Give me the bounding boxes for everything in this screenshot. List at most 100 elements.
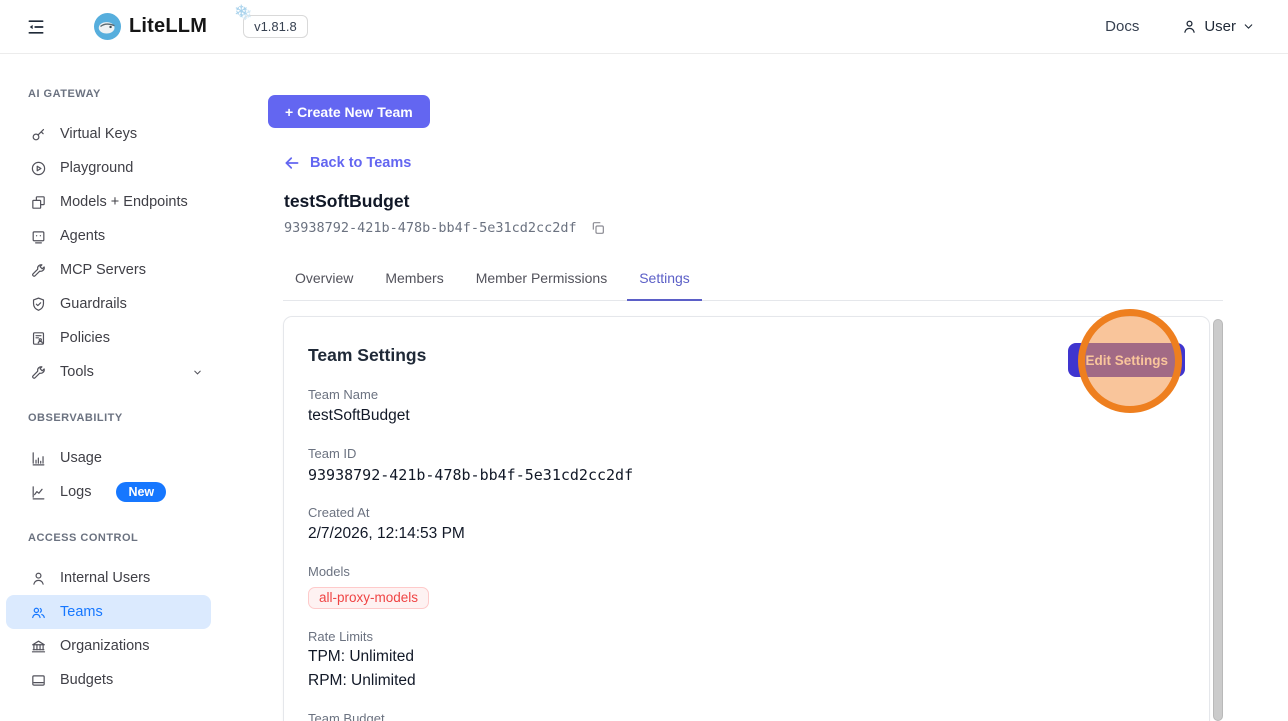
field-team-id: Team ID 93938792-421b-478b-bb4f-5e31cd2c… [308,446,1185,485]
field-created-at: Created At 2/7/2026, 12:14:53 PM [308,505,1185,544]
page-title: testSoftBudget [284,191,410,211]
sidebar: AI GATEWAY Virtual Keys Playground Model… [0,54,217,721]
field-label: Team Name [308,387,379,402]
field-models: Models all-proxy-models [308,564,1185,609]
bar-chart-icon [30,450,47,467]
litellm-logo[interactable]: LiteLLM [94,13,207,40]
create-new-team-button[interactable]: + Create New Team [268,95,430,128]
user-menu[interactable]: User [1181,18,1255,35]
sidebar-item-label: Logs [60,484,92,500]
team-name-value: testSoftBudget [308,407,410,424]
sidebar-item-label: Teams [60,604,103,620]
field-label: Team ID [308,446,357,461]
policy-file-icon [30,330,47,347]
wrench-icon [30,364,47,381]
docs-link[interactable]: Docs [1105,18,1139,35]
section-title: OBSERVABILITY [28,412,123,424]
sidebar-item-organizations[interactable]: Organizations [0,629,217,663]
chevron-down-icon [1242,20,1255,33]
arrow-left-icon [283,154,301,172]
robot-icon [30,228,47,245]
menu-fold-icon[interactable] [26,17,46,37]
sidebar-item-tools[interactable]: Tools [0,355,217,389]
field-label: Team Budget [308,711,385,721]
field-team-name: Team Name testSoftBudget [308,387,1185,426]
team-id-row: 93938792-421b-478b-bb4f-5e31cd2cc2df [284,220,606,236]
sidebar-item-policies[interactable]: Policies [0,321,217,355]
section-title: AI GATEWAY [28,88,101,100]
sidebar-section-access-control: ACCESS CONTROL Internal Users Teams Orga… [0,532,217,697]
tab-member-permissions[interactable]: Member Permissions [464,268,619,301]
team-id-value: 93938792-421b-478b-bb4f-5e31cd2cc2df [308,466,634,484]
user-icon [30,570,47,587]
user-label: User [1204,18,1236,35]
play-circle-icon [30,160,47,177]
user-icon [1181,18,1198,35]
blocks-icon [30,194,47,211]
key-icon [30,126,47,143]
litellm-logo-icon [94,13,121,40]
credit-card-icon [30,672,47,689]
card-scrollbar-thumb[interactable] [1213,319,1223,721]
field-label: Created At [308,505,370,520]
created-at-value: 2/7/2026, 12:14:53 PM [308,525,465,542]
field-team-budget: Team Budget [308,711,1185,721]
sidebar-item-label: Models + Endpoints [60,194,188,210]
sidebar-item-mcp-servers[interactable]: MCP Servers [0,253,217,287]
sidebar-item-budgets[interactable]: Budgets [0,663,217,697]
tab-overview[interactable]: Overview [283,268,365,301]
field-label: Rate Limits [308,629,374,644]
shield-check-icon [30,296,47,313]
back-to-teams-link[interactable]: Back to Teams [283,154,411,172]
team-tabs: Overview Members Member Permissions Sett… [283,268,1223,301]
sidebar-item-label: Playground [60,160,134,176]
tab-settings[interactable]: Settings [627,268,702,301]
back-to-teams-label: Back to Teams [310,155,412,171]
team-id-value: 93938792-421b-478b-bb4f-5e31cd2cc2df [284,220,577,236]
section-title: ACCESS CONTROL [28,532,139,544]
sidebar-item-teams[interactable]: Teams [6,595,211,629]
sidebar-item-label: Organizations [60,638,150,654]
sidebar-item-label: Tools [60,364,94,380]
top-header: LiteLLM ❄ v1.81.8 Docs User [0,0,1288,54]
new-badge: New [116,482,167,502]
sidebar-item-guardrails[interactable]: Guardrails [0,287,217,321]
sidebar-item-internal-users[interactable]: Internal Users [0,561,217,595]
tab-members[interactable]: Members [373,268,455,301]
sidebar-item-label: MCP Servers [60,262,146,278]
snowflake-icon: ❄ [234,2,249,21]
sidebar-section-ai-gateway: AI GATEWAY Virtual Keys Playground Model… [0,88,217,389]
sidebar-item-label: Usage [60,450,102,466]
rpm-value: RPM: Unlimited [308,672,416,689]
card-title: Team Settings [308,345,427,365]
brand-name: LiteLLM [129,15,208,37]
field-rate-limits: Rate Limits TPM: Unlimited RPM: Unlimite… [308,629,1185,693]
wrench-icon [30,262,47,279]
team-settings-card: Edit Settings Team Settings Team Name te… [283,316,1210,721]
copy-icon[interactable] [590,220,606,236]
sidebar-item-agents[interactable]: Agents [0,219,217,253]
sidebar-item-label: Agents [60,228,106,244]
model-badge: all-proxy-models [308,587,430,609]
sidebar-item-playground[interactable]: Playground [0,151,217,185]
sidebar-item-label: Virtual Keys [60,126,138,142]
sidebar-item-logs[interactable]: Logs New [0,475,217,509]
line-chart-icon [30,484,47,501]
field-label: Models [308,564,350,579]
tpm-value: TPM: Unlimited [308,648,414,665]
sidebar-section-observability: OBSERVABILITY Usage Logs New [0,412,217,509]
sidebar-item-label: Policies [60,330,110,346]
sidebar-item-label: Budgets [60,672,114,688]
sidebar-item-usage[interactable]: Usage [0,441,217,475]
edit-settings-button[interactable]: Edit Settings [1068,343,1185,377]
version-badge: ❄ v1.81.8 [234,2,308,38]
chevron-down-icon [192,367,203,378]
sidebar-item-virtual-keys[interactable]: Virtual Keys [0,117,217,151]
sidebar-item-label: Guardrails [60,296,127,312]
sidebar-item-label: Internal Users [60,570,151,586]
team-icon [30,604,47,621]
header-right: Docs User [1105,18,1255,35]
bank-icon [30,638,47,655]
version-label: v1.81.8 [254,19,297,34]
sidebar-item-models-endpoints[interactable]: Models + Endpoints [0,185,217,219]
